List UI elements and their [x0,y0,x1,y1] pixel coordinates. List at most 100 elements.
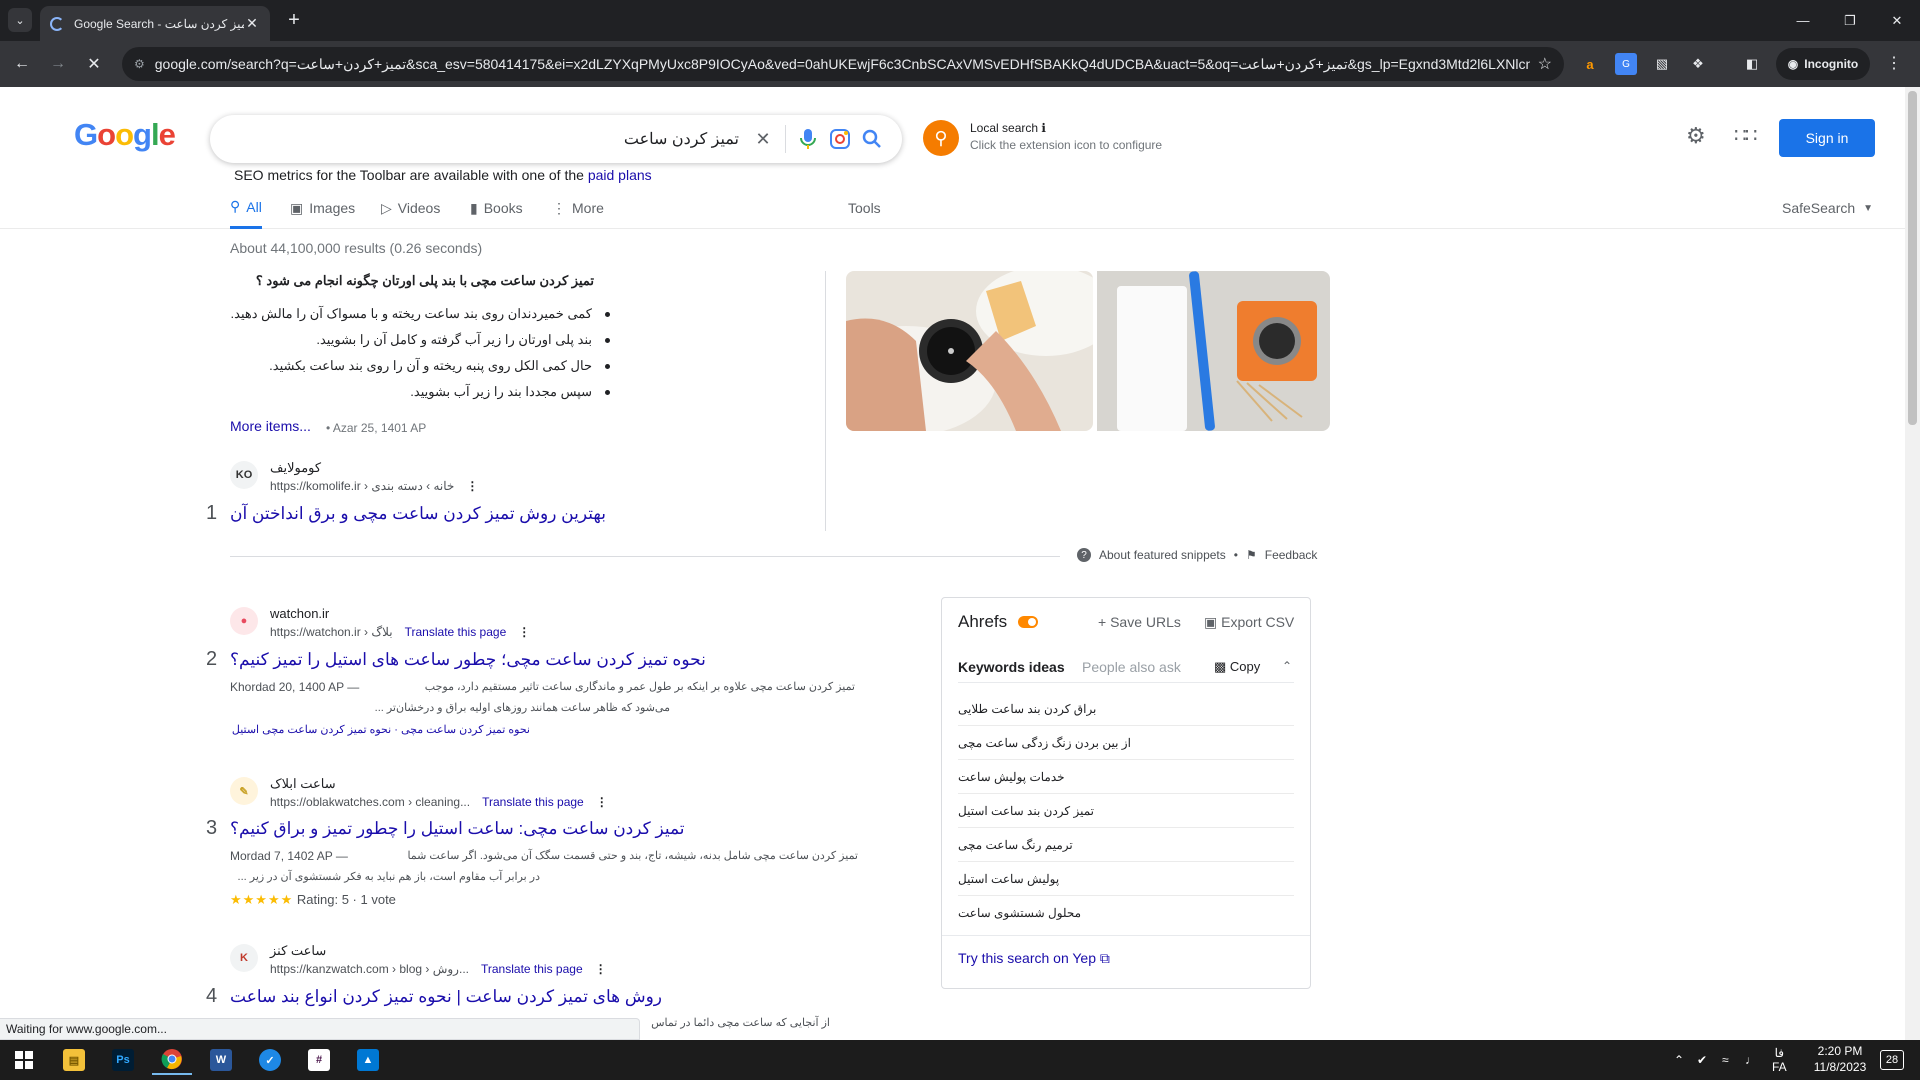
search-input[interactable]: تمیز کردن ساعت [224,129,747,149]
save-urls-button[interactable]: + Save URLs [1098,614,1181,630]
notes-extension-icon[interactable]: ▧ [1651,53,1673,75]
keyword-idea-item[interactable]: پولیش ساعت استیل [958,862,1294,896]
scrollbar-thumb[interactable] [1908,91,1917,425]
search-box[interactable]: تمیز کردن ساعت ✕ [210,115,902,163]
word-icon[interactable]: W [201,1045,241,1075]
result-site-name[interactable]: watchon.ir [270,606,329,621]
translate-extension-icon[interactable]: G [1615,53,1637,75]
chrome-menu-icon[interactable]: ⋮ [1886,53,1902,73]
stop-loading-icon[interactable]: ✕ [82,52,106,76]
snippet-image-watch-washing[interactable] [846,271,1093,431]
address-url[interactable]: google.com/search?q=تمیز+کردن+ساعت&sca_e… [155,56,1530,73]
lens-search-icon[interactable] [824,123,856,155]
oblak-favicon[interactable]: ✎ [230,777,258,805]
tab-search-button[interactable]: ⌄ [8,8,32,32]
more-options-icon[interactable]: ⋮ [596,795,608,809]
wifi-icon[interactable]: ≈ [1722,1040,1729,1080]
local-search-extension-icon[interactable]: ⚲ [923,120,959,156]
keyword-idea-item[interactable]: تمیز کردن بند ساعت استیل [958,794,1294,828]
forward-arrow-icon[interactable]: → [46,52,70,76]
bookmark-star-icon[interactable]: ☆ [1538,54,1552,74]
snippet-image-cleaning-kit[interactable] [1097,271,1330,431]
search-submit-icon[interactable] [856,123,888,155]
more-options-icon[interactable]: ⋮ [466,479,478,493]
result-url[interactable]: https://kanzwatch.com › blog › روش... Tra… [270,962,607,976]
keyword-idea-item[interactable]: از بین بردن زنگ زدگی ساعت مچی [958,726,1294,760]
more-items-link[interactable]: More items... [230,418,311,434]
start-windows-icon[interactable] [4,1045,44,1075]
tab-books[interactable]: ▮ Books [470,187,523,229]
tab-people-also-ask[interactable]: People also ask [1082,659,1181,675]
result-url[interactable]: https://oblakwatches.com › cleaning... Tr… [270,795,608,809]
paid-plans-link[interactable]: paid plans [588,167,652,183]
language-indicator[interactable]: فا FA [1772,1040,1787,1080]
result-site-name[interactable]: ساعت ابلاک [270,776,336,792]
new-tab-button[interactable]: + [282,8,306,32]
page-scrollbar[interactable] [1905,87,1920,1040]
photos-icon[interactable]: ▲ [348,1045,388,1075]
chrome-icon[interactable] [152,1045,192,1075]
result-url[interactable]: https://watchon.ir › بلاگ Translate this … [270,625,530,639]
back-arrow-icon[interactable]: ← [10,52,34,76]
result-sitelinks[interactable]: نحوه تمیز کردن ساعت مچی · نحوه تمیز کردن… [230,723,530,736]
tab-videos[interactable]: ▷ Videos [381,187,440,229]
try-yep-link[interactable]: Try this search on Yep ⧉ [958,950,1110,967]
tab-all[interactable]: ⚲ All [230,187,262,229]
about-featured-snippets-link[interactable]: About featured snippets [1099,548,1226,562]
collapse-chevron-icon[interactable]: ⌃ [1282,659,1292,673]
feedback-link[interactable]: Feedback [1265,548,1318,562]
tray-app-icon[interactable]: ✔ [1697,1040,1707,1080]
kanz-favicon[interactable]: K [230,944,258,972]
incognito-badge[interactable]: ◉ Incognito [1776,48,1870,80]
tools-button[interactable]: Tools [848,187,881,229]
google-apps-icon[interactable]: ∷∷ [1734,123,1757,148]
keyword-idea-item[interactable]: براق کردن بند ساعت طلایی [958,692,1294,726]
tab-google-search[interactable]: Google Search - تمیز کردن ساعت ✕ [40,6,270,41]
more-options-icon[interactable]: ⋮ [595,962,607,976]
watchon-favicon[interactable]: ● [230,607,258,635]
result-title-link[interactable]: نحوه تمیز کردن ساعت مچی؛ چطور ساعت های ا… [230,650,706,670]
translate-page-link[interactable]: Translate this page [482,795,584,809]
taskbar-clock[interactable]: 2:20 PM 11/8/2023 [1800,1043,1880,1075]
tab-close-icon[interactable]: ✕ [244,15,260,32]
tab-keywords-ideas[interactable]: Keywords ideas [958,659,1065,675]
settings-gear-icon[interactable]: ⚙ [1686,123,1706,149]
extensions-puzzle-icon[interactable]: ❖ [1687,53,1709,75]
safesearch-dropdown[interactable]: SafeSearch ▼ [1782,187,1873,229]
copy-button[interactable]: ▩ Copy [1214,659,1260,675]
tab-images[interactable]: ▣ Images [290,187,355,229]
result-title-link[interactable]: تمیز کردن ساعت مچی: ساعت استیل را چطور ت… [230,819,685,839]
notification-center-icon[interactable]: 28 [1880,1050,1904,1070]
close-window-icon[interactable]: ✕ [1874,0,1920,41]
google-logo[interactable]: Google [74,117,176,153]
file-explorer-icon[interactable]: ▤ [54,1045,94,1075]
result-site-name[interactable]: ساعت کنز [270,943,326,959]
keyword-idea-item[interactable]: ترمیم رنگ ساعت مچی [958,828,1294,862]
sign-in-button[interactable]: Sign in [1779,119,1875,157]
minimize-icon[interactable]: — [1780,0,1826,41]
snippet-source-name[interactable]: کومولایف [270,460,321,476]
volume-icon[interactable]: ♩ [1745,1040,1757,1080]
tab-more[interactable]: ⋮ More [552,187,604,229]
snippet-source-url[interactable]: https://komolife.ir › خانه › دسته بندی ⋮ [270,479,478,493]
photoshop-icon[interactable]: Ps [103,1045,143,1075]
clear-search-icon[interactable]: ✕ [747,123,779,155]
more-options-icon[interactable]: ⋮ [518,625,530,639]
side-panel-icon[interactable]: ◧ [1741,53,1763,75]
export-csv-button[interactable]: ▣ Export CSV [1204,614,1294,631]
app-checkmark-icon[interactable]: ✓ [250,1045,290,1075]
site-info-icon[interactable]: ⚙ [134,57,145,71]
komolife-favicon[interactable]: KO [230,461,258,489]
restore-icon[interactable]: ❐ [1827,0,1873,41]
address-bar[interactable]: ⚙ google.com/search?q=تمیز+کردن+ساعت&sca… [122,47,1564,81]
snippet-title-link[interactable]: بهترین روش تمیز کردن ساعت مچی و برق اندا… [230,504,606,524]
translate-page-link[interactable]: Translate this page [481,962,583,976]
keyword-idea-item[interactable]: محلول شستشوی ساعت [958,896,1294,930]
voice-search-icon[interactable] [792,123,824,155]
translate-page-link[interactable]: Translate this page [405,625,507,639]
slack-icon[interactable]: # [299,1045,339,1075]
tray-expand-icon[interactable]: ⌃ [1674,1040,1684,1080]
amazon-extension-icon[interactable]: a [1579,53,1601,75]
keyword-idea-item[interactable]: خدمات پولیش ساعت [958,760,1294,794]
ahrefs-toggle[interactable] [1018,616,1038,628]
